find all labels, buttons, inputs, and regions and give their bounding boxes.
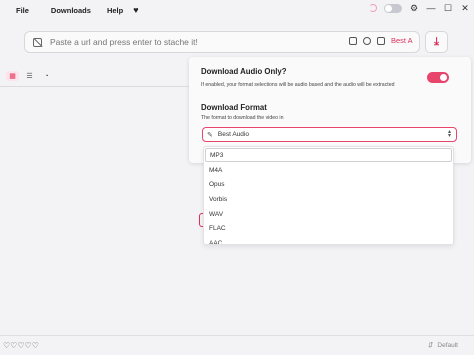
url-input[interactable]	[50, 37, 340, 47]
profile-selector[interactable]: ⇵ Default	[427, 341, 458, 350]
cookie-icon[interactable]	[363, 36, 371, 45]
format-description: The format to download the video in	[201, 115, 284, 121]
chevron-updown-icon: ▴ ▾	[447, 129, 451, 139]
menu-help[interactable]: Help	[99, 6, 131, 15]
url-bar: Best Au	[24, 31, 420, 53]
settings-icon[interactable]: ⚙	[409, 3, 419, 13]
menu-downloads[interactable]: Downloads	[43, 6, 99, 15]
format-dropdown: MP3 M4A Opus Vorbis WAV FLAC AAC	[203, 146, 454, 245]
format-option-aac[interactable]: AAC	[204, 236, 453, 244]
status-bar: ♡♡♡♡♡ ⇵ Default	[0, 335, 474, 355]
minimize-button[interactable]: —	[426, 3, 436, 13]
download-icon: ⤓	[434, 35, 439, 48]
url-tools: Best Au	[349, 36, 413, 45]
format-option-opus[interactable]: Opus	[204, 178, 453, 193]
format-label[interactable]: Best Au	[391, 36, 413, 45]
link-off-icon	[33, 37, 42, 47]
audio-only-title: Download Audio Only?	[201, 67, 287, 76]
format-select-value: Best Audio	[217, 131, 249, 138]
archive-icon[interactable]	[377, 36, 385, 45]
format-option-flac[interactable]: FLAC	[204, 221, 453, 236]
divider	[0, 86, 190, 87]
swap-icon: ⇵	[427, 342, 434, 349]
profile-label: Default	[437, 341, 458, 349]
view-tabs: ▦ ☰ ◔	[6, 71, 53, 81]
close-button[interactable]: ✕	[460, 3, 470, 13]
grid-view-icon[interactable]: ▦	[6, 71, 19, 81]
download-button[interactable]: ⤓	[425, 31, 448, 53]
menu-file[interactable]: File	[0, 6, 43, 15]
rss-icon[interactable]: ◔	[40, 71, 53, 81]
format-title: Download Format	[201, 103, 267, 112]
theme-toggle[interactable]	[384, 3, 402, 13]
format-option-m4a[interactable]: M4A	[204, 163, 453, 178]
window-controls: ⚙ — ☐ ✕	[369, 3, 470, 13]
list-view-icon[interactable]: ☰	[23, 71, 36, 81]
format-select[interactable]: ✎ Best Audio ▴ ▾	[202, 127, 457, 142]
crop-icon[interactable]	[349, 36, 357, 45]
pencil-icon: ✎	[207, 131, 213, 139]
format-option-vorbis[interactable]: Vorbis	[204, 192, 453, 207]
format-option-wav[interactable]: WAV	[204, 207, 453, 222]
audio-only-description: If enabled, your format selections will …	[201, 82, 395, 88]
heart-icon[interactable]: ♥	[133, 5, 138, 15]
hearts-icon: ♡♡♡♡♡	[3, 341, 39, 350]
loading-spinner-icon	[369, 4, 377, 12]
maximize-button[interactable]: ☐	[443, 3, 453, 13]
audio-only-toggle[interactable]	[427, 72, 449, 83]
format-option-mp3[interactable]: MP3	[205, 148, 452, 162]
